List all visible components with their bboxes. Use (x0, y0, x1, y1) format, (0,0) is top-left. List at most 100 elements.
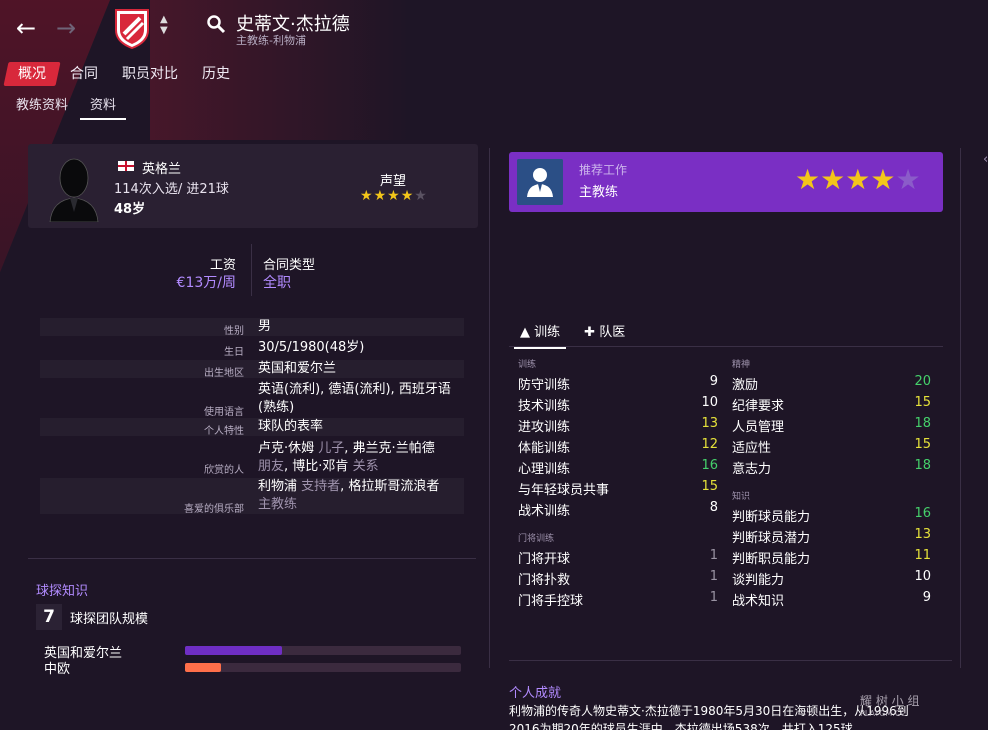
admired-person[interactable]: , 博比·邓肯 (284, 459, 348, 474)
relation-text: 主教练 (258, 497, 298, 512)
detail-label: 使用语言 (204, 407, 244, 418)
detail-row-languages: 使用语言 英语(流利), 德语(流利), 西班牙语(熟练) (40, 381, 464, 418)
attribute-value: 12 (701, 437, 718, 452)
club-crest-icon[interactable] (112, 6, 152, 50)
club-switch-chevron-icon[interactable]: ▲ ▼ (160, 14, 168, 36)
admired-person[interactable]: , 弗兰克·兰帕德 (344, 441, 434, 456)
attribute-name: 适应性 (732, 441, 772, 456)
fav-club[interactable]: , 格拉斯哥流浪者 (340, 479, 439, 494)
attribute-row[interactable]: 心理训练 16 (518, 458, 718, 477)
attribute-name: 激励 (732, 378, 759, 393)
search-icon[interactable] (206, 14, 226, 34)
attribute-value: 20 (914, 374, 931, 389)
top-bar: ← → ▲ ▼ 史蒂文·杰拉德 主教练-利物浦 概况 合同 职员对比 历史 教练资… (0, 0, 988, 140)
attribute-row[interactable]: 战术训练 8 (518, 500, 718, 519)
star-icon: ★ (795, 163, 821, 196)
column-divider (489, 148, 490, 668)
back-arrow-icon[interactable]: ← (16, 14, 36, 42)
attribute-row[interactable]: 门将扑救 1 (518, 569, 718, 588)
tab-history[interactable]: 历史 (190, 62, 242, 86)
attribute-row[interactable]: 适应性 15 (732, 437, 931, 456)
tab-physio[interactable]: ✚ 队医 (578, 322, 631, 346)
attribute-row[interactable]: 判断球员潜力 13 (732, 527, 931, 546)
wage-value[interactable]: €13万/周 (150, 272, 236, 292)
recommended-job-label: 推荐工作 (579, 163, 628, 177)
attribute-name: 门将手控球 (518, 594, 584, 609)
tab-contract[interactable]: 合同 (58, 62, 110, 86)
attribute-row[interactable]: 激励 20 (732, 374, 931, 393)
section-label-training: 训练 (518, 360, 537, 370)
attribute-name: 判断职员能力 (732, 552, 811, 567)
attribute-name: 战术知识 (732, 594, 785, 609)
detail-value: 男 (258, 319, 272, 334)
attribute-value: 16 (701, 458, 718, 473)
star-empty-icon: ★ (895, 163, 921, 196)
tab-training[interactable]: ▲ 训练 (514, 322, 567, 349)
contract-type-value[interactable]: 全职 (263, 272, 291, 292)
subtab-coach-profile[interactable]: 教练资料 (16, 94, 68, 118)
tab-staff-compare[interactable]: 职员对比 (110, 62, 190, 86)
achievements-title: 个人成就 (509, 686, 562, 701)
relation-text: 支持者 (301, 479, 341, 494)
tab-overview[interactable]: 概况 (3, 62, 61, 86)
attribute-name: 纪律要求 (732, 399, 785, 414)
attribute-value: 10 (701, 395, 718, 410)
attribute-row[interactable]: 技术训练 10 (518, 395, 718, 414)
attribute-row[interactable]: 防守训练 9 (518, 374, 718, 393)
attribute-row[interactable]: 与年轻球员共事 15 (518, 479, 718, 498)
relation-text: 儿子 (318, 441, 345, 456)
nationality[interactable]: 英格兰 (142, 158, 181, 177)
detail-label: 喜爱的俱乐部 (184, 504, 244, 515)
attribute-row[interactable]: 门将开球 1 (518, 548, 718, 567)
detail-label: 出生地区 (204, 368, 244, 379)
attribute-value: 18 (914, 416, 931, 431)
right-panel-edge-tab[interactable]: ‹ (983, 152, 988, 167)
section-divider (28, 558, 476, 559)
attribute-row[interactable]: 意志力 18 (732, 458, 931, 477)
attribute-row[interactable]: 体能训练 12 (518, 437, 718, 456)
coach-person-icon (517, 159, 563, 205)
admired-person[interactable]: 卢克·休姆 (258, 441, 314, 456)
detail-label: 欣赏的人 (204, 465, 244, 476)
scout-region-name[interactable]: 中欧 (44, 658, 70, 677)
attribute-name: 门将扑救 (518, 573, 571, 588)
reputation-stars: ★★★★★ (360, 188, 428, 204)
forward-arrow-icon[interactable]: → (56, 14, 76, 42)
attribute-name: 与年轻球员共事 (518, 483, 610, 498)
section-label-gk-training: 门将训练 (518, 534, 555, 544)
attribute-row[interactable]: 判断职员能力 11 (732, 548, 931, 567)
attribute-value: 10 (914, 569, 931, 584)
attribute-value: 13 (914, 527, 931, 542)
whistle-icon: ▲ (520, 325, 530, 340)
relation-text: 关系 (352, 459, 379, 474)
attribute-row[interactable]: 进攻训练 13 (518, 416, 718, 435)
attribute-value: 15 (914, 395, 931, 410)
subtab-info[interactable]: 资料 (80, 94, 127, 120)
fav-club[interactable]: 利物浦 (258, 479, 297, 494)
england-flag-icon (118, 161, 134, 171)
attribute-value: 15 (701, 479, 718, 494)
attribute-value: 16 (914, 506, 931, 521)
attribute-value: 9 (709, 374, 718, 389)
detail-row-trait: 个人特性 球队的表率 (40, 418, 464, 437)
detail-row-fav-clubs: 喜爱的俱乐部 利物浦 支持者, 格拉斯哥流浪者主教练 (40, 478, 464, 515)
detail-row-admired: 欣赏的人 卢克·休姆 儿子, 弗兰克·兰帕德 朋友, 博比·邓肯 关系 (40, 440, 464, 476)
detail-value: 利物浦 支持者, 格拉斯哥流浪者主教练 (258, 478, 464, 514)
attribute-row[interactable]: 战术知识 9 (732, 590, 931, 609)
avatar (49, 158, 99, 222)
attribute-row[interactable]: 门将手控球 1 (518, 590, 718, 609)
section-label-mental: 精神 (732, 360, 751, 370)
detail-value: 30/5/1980(48岁) (258, 340, 365, 355)
attribute-row[interactable]: 纪律要求 15 (732, 395, 931, 414)
attribute-row[interactable]: 谈判能力 10 (732, 569, 931, 588)
attribute-row[interactable]: 判断球员能力 16 (732, 506, 931, 525)
detail-value: 卢克·休姆 儿子, 弗兰克·兰帕德 朋友, 博比·邓肯 关系 (258, 440, 464, 476)
international-caps: 114次入选/ 进21球 (114, 182, 229, 197)
attribute-name: 判断球员潜力 (732, 531, 811, 546)
profile-card: 英格兰 114次入选/ 进21球 48岁 声望 ★★★★★ (28, 144, 478, 228)
detail-value[interactable]: 英国和爱尔兰 (258, 360, 464, 378)
attribute-name: 判断球员能力 (732, 510, 811, 525)
detail-value: 英语(流利), 德语(流利), 西班牙语(熟练) (258, 382, 451, 415)
recommended-job-card[interactable]: 推荐工作 主教练 ★★★★★ (509, 152, 943, 212)
attribute-row[interactable]: 人员管理 18 (732, 416, 931, 435)
